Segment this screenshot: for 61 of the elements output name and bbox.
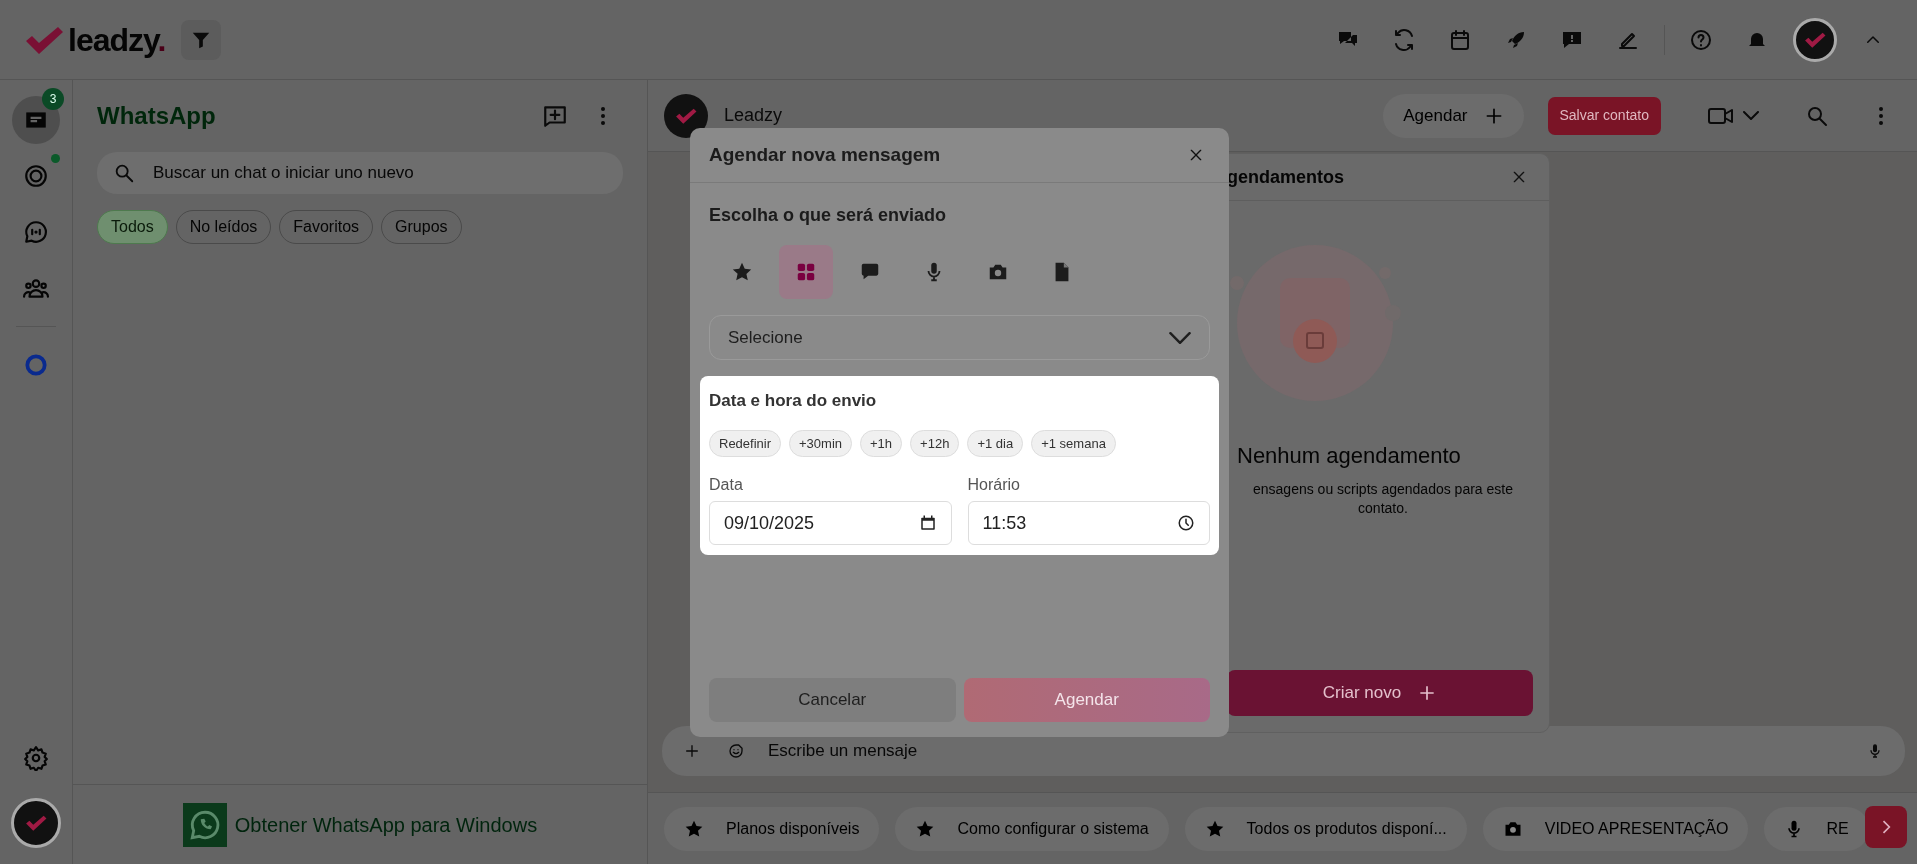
rail-item[interactable] [12,96,60,144]
badge-count: 3 [42,88,64,110]
message-select[interactable]: Selecione [709,315,1210,360]
calendar-icon [1448,27,1472,52]
message-field[interactable]: Escribe un mensaje [766,737,1845,765]
filter-button[interactable] [181,19,222,60]
profile-avatar[interactable] [11,798,61,848]
notification-dot [51,154,60,163]
save-contact-button[interactable]: Salvar contato [1547,96,1661,135]
time-shortcut-button[interactable]: Redefinir [709,429,782,458]
time-shortcut-button[interactable]: +1h [860,429,903,458]
sync-icon [1392,27,1416,52]
menu-icon [1877,105,1885,126]
time-shortcut-button[interactable]: +12h [910,429,960,458]
app-title: WhatsApp [97,101,216,131]
caret-icon [1743,111,1759,120]
menu-icon [599,106,607,126]
whatsapp-logo-icon [182,802,227,847]
filter-chip[interactable]: Todos [97,210,168,244]
schedule-button[interactable]: Agendar [1383,93,1524,138]
clock-icon [1177,514,1195,533]
field-label: Horário [967,475,1021,496]
settings-icon [23,745,49,771]
search-icon [113,162,135,184]
checkmark-logo-icon [24,24,64,55]
modal-title: Agendar nova mensagem [709,142,941,167]
search-field[interactable]: Buscar un chat o iniciar uno nuevo [151,159,607,187]
quick-reply[interactable]: Todos os produtos disponí... [1184,806,1467,851]
time-field[interactable]: 11:53 [967,501,1210,546]
panel-title: gendamentos [1227,165,1345,189]
contact-name: Leadzy [724,104,783,127]
empty-title: Nenhum agendamento [1236,442,1462,470]
chevron-down-icon [1169,331,1191,344]
logo-text: leadzy. [68,20,166,60]
quick-reply[interactable]: Como configurar o sistema [895,806,1169,851]
empty-message: ensagens ou scripts agendados para este contato. [1252,480,1514,518]
time-shortcut-button[interactable]: +1 dia [967,429,1024,458]
section-title: Data e hora do envio [709,390,878,412]
checkmark-icon [25,813,47,833]
create-button[interactable]: Criar novo [1227,670,1533,716]
date-field[interactable]: 09/10/2025 [709,501,952,546]
time-shortcut-button[interactable]: +1 semana [1031,429,1116,458]
quick-reply[interactable]: VIDEO APRESENTAÇÃO [1482,806,1749,851]
star-icon [731,261,753,283]
status-ring-icon [23,163,49,189]
section-title: Escolha o que será enviado [709,204,948,227]
calendar-icon [918,514,937,533]
field-label: Data [709,475,744,496]
time-shortcut-button[interactable]: +30min [789,429,853,458]
grid-icon [795,261,817,283]
next-button[interactable] [1865,806,1907,848]
help-icon [1689,27,1713,52]
chat-bubble-icon [23,219,49,245]
download-link[interactable]: Obtener WhatsApp para Windows [234,809,538,840]
cancel-button[interactable]: Cancelar [709,678,956,722]
quick-reply[interactable]: Planos disponíveis [664,806,880,851]
user-avatar[interactable] [1793,17,1837,62]
type-tab[interactable] [779,245,833,299]
new-chat-icon [542,103,568,129]
search-bar[interactable]: Buscar un chat o iniciar uno nuevo [97,152,623,194]
circle-icon [23,352,49,378]
